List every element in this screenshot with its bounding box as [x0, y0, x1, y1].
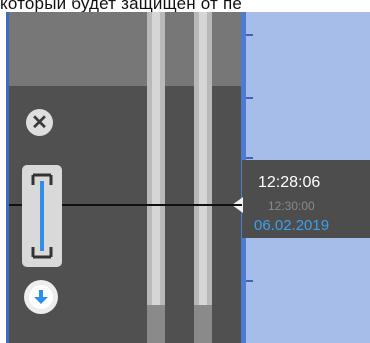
- archive-track-1[interactable]: [147, 12, 165, 343]
- track-fill: [199, 12, 207, 343]
- current-date: 06.02.2019: [254, 217, 330, 234]
- ruler-tick: [246, 280, 253, 282]
- current-time: 12:28:06: [258, 174, 321, 191]
- scroll-down-disc: [29, 285, 53, 309]
- timeline-panel: 12:28:06 12:30:00 06.02.2019 ✕: [0, 12, 370, 343]
- underlying-ruler-label: 12:30:00: [268, 199, 315, 213]
- ruler-tick: [246, 157, 253, 159]
- track-foot-1: [147, 305, 165, 343]
- archive-track-2[interactable]: [194, 12, 212, 343]
- range-bracket-icon: [31, 173, 53, 259]
- range-select-button[interactable]: [22, 165, 62, 267]
- close-button[interactable]: ✕: [26, 109, 53, 136]
- ruler-tick: [246, 97, 253, 99]
- ruler-tick: [246, 34, 253, 36]
- track-fill: [152, 12, 160, 343]
- scroll-down-button[interactable]: [24, 280, 58, 314]
- arrow-down-icon: [34, 290, 48, 304]
- track-foot-2: [194, 305, 212, 343]
- time-indicator: 12:28:06 12:30:00 06.02.2019: [242, 160, 370, 238]
- left-border: [0, 12, 9, 343]
- close-icon: ✕: [31, 111, 48, 134]
